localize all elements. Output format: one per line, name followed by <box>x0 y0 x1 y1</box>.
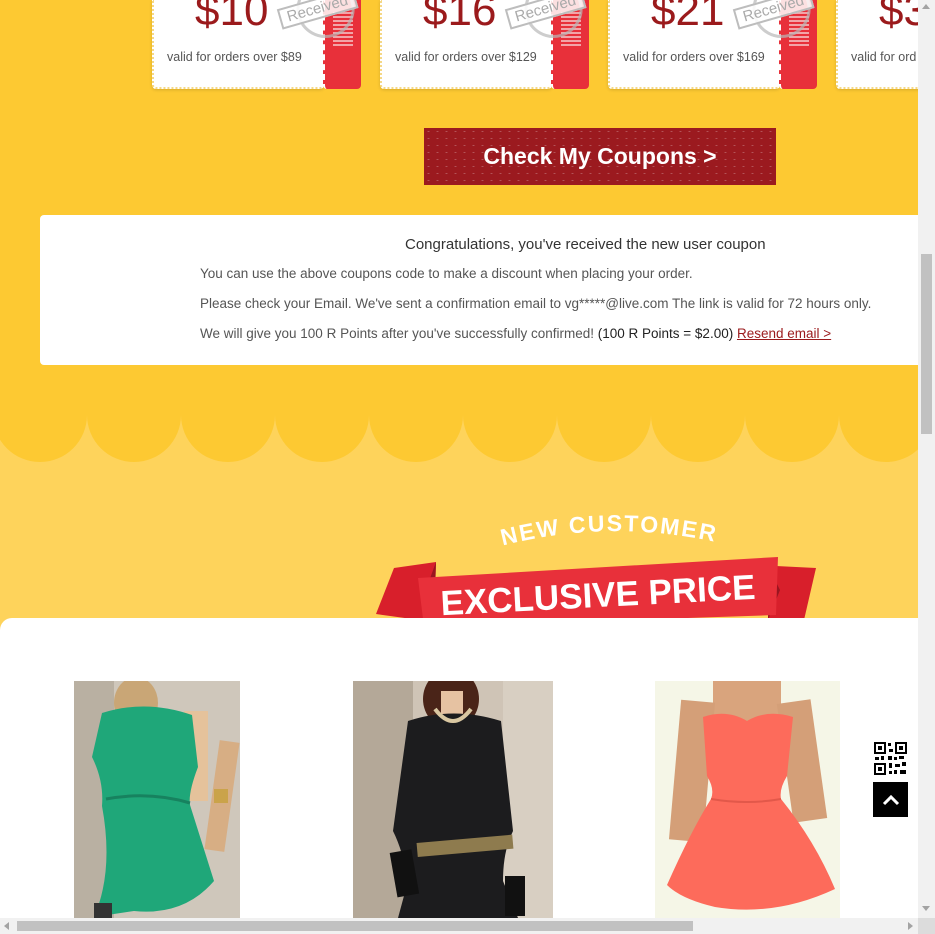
scroll-left-arrow-icon[interactable] <box>4 922 9 930</box>
notice-points-text: We will give you 100 R Points after you'… <box>200 326 598 341</box>
notice-line: Please check your Email. We've sent a co… <box>200 296 872 311</box>
check-my-coupons-button[interactable]: Check My Coupons > <box>424 128 776 185</box>
scrollbar-corner <box>918 918 935 934</box>
page-viewport: $10 valid for orders over $89 Received $… <box>0 0 918 918</box>
back-to-top-button[interactable] <box>873 782 908 817</box>
scroll-down-arrow-icon[interactable] <box>922 906 930 911</box>
coupon-card[interactable]: $16 valid for orders over $129 Received <box>380 0 590 89</box>
chevron-up-icon <box>882 794 899 805</box>
notice-line: You can use the above coupons code to ma… <box>200 266 693 281</box>
coupon-condition: valid for orders over $89 <box>167 50 302 64</box>
coupon-card[interactable]: $21 valid for orders over $169 Received <box>608 0 818 89</box>
notice-title: Congratulations, you've received the new… <box>405 236 766 253</box>
vertical-scroll-thumb[interactable] <box>921 254 932 434</box>
coupon-condition: valid for orders over $129 <box>395 50 537 64</box>
scroll-up-arrow-icon[interactable] <box>922 4 930 9</box>
horizontal-scroll-thumb[interactable] <box>17 921 693 931</box>
banner-top-text: NEW CUSTOMER <box>498 510 718 550</box>
coupon-card[interactable]: $10 valid for orders over $89 Received <box>152 0 362 89</box>
coupon-notice-box: Congratulations, you've received the new… <box>40 215 918 365</box>
coupon-amount: $10 <box>195 0 269 35</box>
product-image-black-dress[interactable] <box>353 681 553 918</box>
horizontal-scrollbar[interactable] <box>0 918 918 934</box>
resend-email-link[interactable]: Resend email > <box>737 326 831 341</box>
scallop-divider <box>0 410 918 470</box>
vertical-scrollbar[interactable] <box>918 0 935 918</box>
product-image-coral-dress[interactable] <box>655 681 840 918</box>
product-image-green-dress[interactable] <box>74 681 240 918</box>
points-value-text: (100 R Points = $2.00) <box>597 326 737 341</box>
scroll-right-arrow-icon[interactable] <box>908 922 913 930</box>
qr-code-icon <box>873 741 908 776</box>
coupon-condition: valid for ord <box>851 50 917 64</box>
coupon-card[interactable]: $3 valid for ord <box>836 0 918 89</box>
coupon-amount: $21 <box>651 0 725 35</box>
notice-line: We will give you 100 R Points after you'… <box>200 326 831 341</box>
coupon-amount: $3 <box>879 0 918 35</box>
svg-text:NEW CUSTOMER: NEW CUSTOMER <box>498 510 720 550</box>
qr-code-button[interactable] <box>873 741 908 776</box>
coupon-amount: $16 <box>423 0 497 35</box>
coupon-condition: valid for orders over $169 <box>623 50 765 64</box>
new-customer-banner: NEW CUSTOMER EXCLUSIVE PRICE <box>376 510 826 635</box>
